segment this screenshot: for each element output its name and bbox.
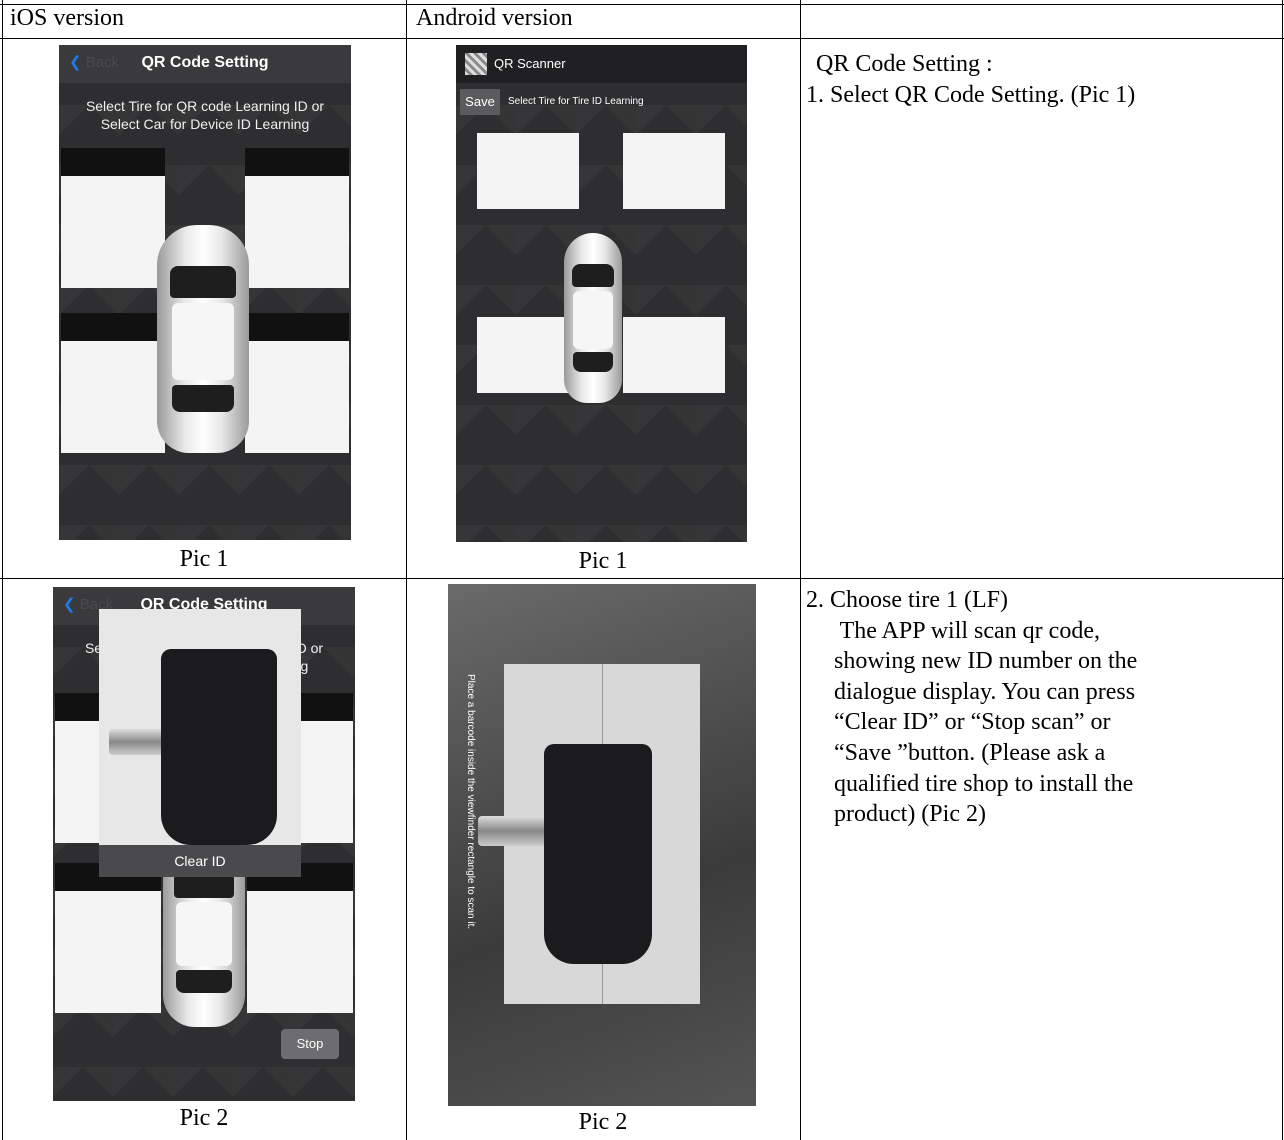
sensor-valve (478, 816, 552, 846)
car-icon[interactable] (157, 225, 249, 453)
column-divider-right (1282, 0, 1283, 1140)
tire-slot-rear-right[interactable] (247, 863, 353, 1013)
qr-app-icon (465, 53, 487, 75)
header-divider (0, 38, 1284, 39)
step-1-text: 1. Select QR Code Setting. (Pic 1) (806, 81, 1136, 108)
instruction-text: Select Tire for QR code Learning ID or S… (59, 97, 351, 133)
description-step-1: QR Code Setting : 1. Select QR Code Sett… (806, 49, 1276, 110)
tire-slot-front-right[interactable] (245, 148, 349, 288)
step-2-line: “Save ”button. (Please ask a (834, 739, 1106, 766)
step-2-line: dialogue display. You can press (834, 678, 1136, 705)
column-divider-2 (800, 0, 801, 1140)
tire-sensor-photo (161, 649, 277, 845)
sensor-valve (109, 729, 165, 755)
step-2-body: The APP will scan qr code, showing new I… (806, 616, 1276, 830)
ios-screenshot-2: ❮ Back QR Code Setting Select Tire for Q… (53, 587, 355, 1101)
step-2-line: qualified tire shop to install the (834, 770, 1134, 797)
step-2-heading: 2. Choose tire 1 (LF) (806, 587, 1008, 613)
step-2-line: The APP will scan qr code, (834, 617, 1100, 644)
step-2-line: “Clear ID” or “Stop scan” or (834, 709, 1111, 736)
tire-slot-rear-left[interactable] (61, 313, 165, 453)
tire-sensor-photo (544, 744, 652, 964)
instruction-line-1: Select Tire for QR code Learning ID or (85, 98, 325, 114)
tire-slot-rear-left[interactable] (55, 863, 161, 1013)
android-action-bar: QR Scanner (456, 45, 747, 83)
stop-button[interactable]: Stop (281, 1029, 339, 1059)
description-step-2: 2. Choose tire 1 (LF) The APP will scan … (806, 585, 1276, 830)
step-2-line: product) (Pic 2) (834, 801, 986, 828)
nav-title: QR Code Setting (141, 54, 269, 71)
section-heading: QR Code Setting : (816, 51, 993, 77)
tire-slot-front-left[interactable] (61, 148, 165, 288)
instruction-line-2: Select Car for Device ID Learning (100, 116, 310, 132)
app-title: QR Scanner (494, 56, 566, 71)
caption-android-pic2: Pic 2 (578, 1109, 628, 1135)
header-ios: iOS version (10, 5, 124, 31)
save-button[interactable]: Save (460, 89, 500, 115)
clear-id-button[interactable]: Clear ID (99, 845, 301, 877)
tire-slot-front-left[interactable] (477, 133, 579, 209)
scan-instruction-text: Place a barcode inside the viewfinder re… (465, 674, 476, 930)
caption-ios-pic2: Pic 2 (179, 1105, 229, 1131)
tire-slot-rear-right[interactable] (623, 317, 725, 393)
tire-slot-rear-right[interactable] (245, 313, 349, 453)
scan-result-dialog: Clear ID (99, 609, 301, 877)
ios-nav-bar: ❮ Back QR Code Setting (59, 45, 351, 83)
caption-ios-pic1: Pic 1 (179, 546, 229, 572)
android-screenshot-2: Place a barcode inside the viewfinder re… (448, 584, 756, 1106)
row-divider (0, 578, 1284, 579)
step-2-line: showing new ID number on the (834, 648, 1138, 675)
car-icon[interactable] (564, 233, 622, 403)
table-top-border (0, 4, 1284, 5)
android-screenshot-1: QR Scanner Save Select Tire for Tire ID … (456, 45, 747, 542)
header-android: Android version (416, 5, 573, 31)
tire-slot-front-right[interactable] (623, 133, 725, 209)
caption-android-pic1: Pic 1 (578, 548, 628, 574)
instruction-text: Select Tire for Tire ID Learning (508, 96, 644, 107)
ios-screenshot-1: ❮ Back QR Code Setting Select Tire for Q… (59, 45, 351, 540)
